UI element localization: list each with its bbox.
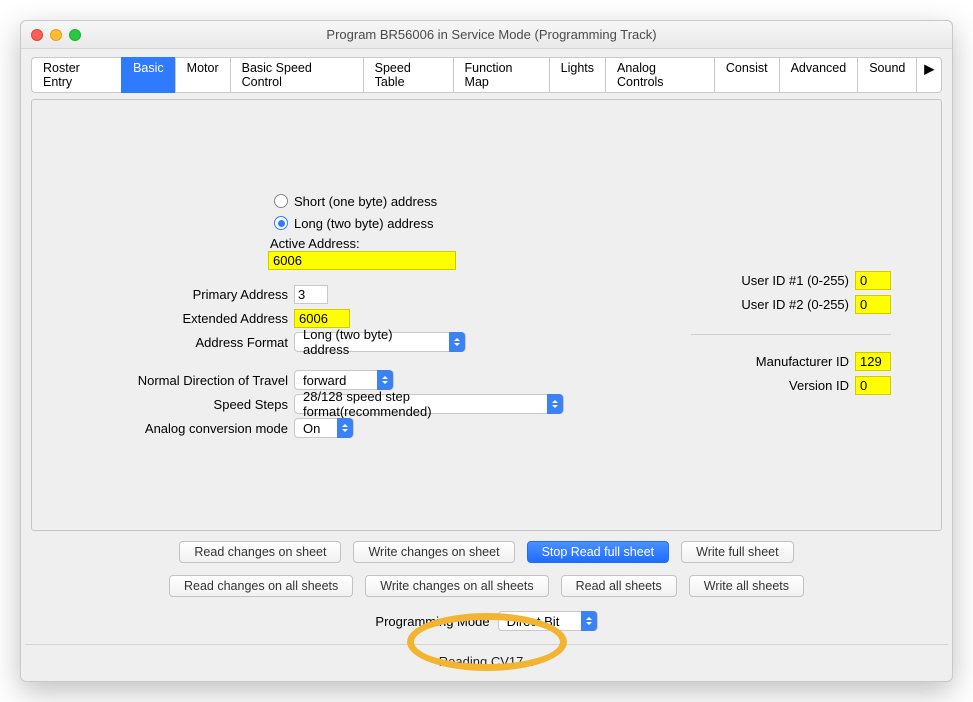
direction-value: forward — [303, 373, 369, 388]
stop-read-full-sheet-button[interactable]: Stop Read full sheet — [527, 541, 670, 563]
tab-advanced[interactable]: Advanced — [779, 57, 858, 93]
tab-speed-table[interactable]: Speed Table — [363, 57, 453, 93]
tab-function-map[interactable]: Function Map — [453, 57, 549, 93]
titlebar: Program BR56006 in Service Mode (Program… — [21, 21, 952, 49]
speed-steps-value: 28/128 speed step format(recommended) — [303, 389, 539, 419]
active-address-label: Active Address: — [270, 236, 941, 251]
version-id-value[interactable]: 0 — [855, 376, 891, 395]
speed-steps-label: Speed Steps — [32, 397, 294, 412]
programming-mode-row: Programming Mode Direct Bit — [21, 611, 952, 631]
write-changes-sheet-button[interactable]: Write changes on sheet — [353, 541, 514, 563]
analog-select[interactable]: On — [294, 418, 354, 438]
analog-value: On — [303, 421, 329, 436]
short-address-radio[interactable] — [274, 194, 288, 208]
dropdown-arrow-icon — [337, 418, 353, 438]
read-changes-all-sheets-button[interactable]: Read changes on all sheets — [169, 575, 353, 597]
tab-lights[interactable]: Lights — [549, 57, 605, 93]
tab-analog-controls[interactable]: Analog Controls — [605, 57, 714, 93]
programming-mode-label: Programming Mode — [375, 614, 489, 629]
long-address-radio[interactable] — [274, 216, 288, 230]
direction-select[interactable]: forward — [294, 370, 394, 390]
address-format-value: Long (two byte) address — [303, 327, 441, 357]
analog-label: Analog conversion mode — [32, 421, 294, 436]
tab-basic-speed-control[interactable]: Basic Speed Control — [230, 57, 363, 93]
tab-bar: Roster Entry Basic Motor Basic Speed Con… — [31, 57, 942, 93]
write-all-sheets-button[interactable]: Write all sheets — [689, 575, 804, 597]
user-id-2-label: User ID #2 (0-255) — [741, 297, 849, 312]
extended-address-value[interactable]: 6006 — [294, 309, 350, 328]
direction-label: Normal Direction of Travel — [32, 373, 294, 388]
manufacturer-id-value[interactable]: 129 — [855, 352, 891, 371]
read-changes-sheet-button[interactable]: Read changes on sheet — [179, 541, 341, 563]
address-format-select[interactable]: Long (two byte) address — [294, 332, 466, 352]
speed-steps-select[interactable]: 28/128 speed step format(recommended) — [294, 394, 564, 414]
manufacturer-id-label: Manufacturer ID — [756, 354, 849, 369]
basic-panel: Short (one byte) address Long (two byte)… — [31, 99, 942, 531]
programming-mode-select[interactable]: Direct Bit — [498, 611, 598, 631]
version-id-label: Version ID — [789, 378, 849, 393]
tab-sound[interactable]: Sound — [857, 57, 916, 93]
tab-motor[interactable]: Motor — [175, 57, 230, 93]
tab-roster-entry[interactable]: Roster Entry — [31, 57, 121, 93]
write-changes-all-sheets-button[interactable]: Write changes on all sheets — [365, 575, 548, 597]
dropdown-arrow-icon — [547, 394, 563, 414]
short-address-label: Short (one byte) address — [294, 194, 437, 209]
divider — [691, 334, 891, 335]
read-all-sheets-button[interactable]: Read all sheets — [561, 575, 677, 597]
tab-consist[interactable]: Consist — [714, 57, 779, 93]
all-sheets-button-row: Read changes on all sheets Write changes… — [21, 575, 952, 597]
window-title: Program BR56006 in Service Mode (Program… — [31, 27, 952, 42]
primary-address-input[interactable] — [294, 285, 328, 304]
user-id-1-label: User ID #1 (0-255) — [741, 273, 849, 288]
sheet-button-row: Read changes on sheet Write changes on s… — [21, 541, 952, 563]
dropdown-arrow-icon — [377, 370, 393, 390]
dropdown-arrow-icon — [581, 611, 597, 631]
user-id-2-value[interactable]: 0 — [855, 295, 891, 314]
tab-scroll-right-icon[interactable]: ▶ — [916, 57, 942, 93]
primary-address-label: Primary Address — [32, 287, 294, 302]
tab-basic[interactable]: Basic — [121, 57, 175, 93]
long-address-label: Long (two byte) address — [294, 216, 433, 231]
status-text: Reading CV17... — [21, 645, 952, 681]
active-address-value[interactable]: 6006 — [268, 251, 456, 270]
program-window: Program BR56006 in Service Mode (Program… — [20, 20, 953, 682]
address-format-label: Address Format — [32, 335, 294, 350]
dropdown-arrow-icon — [449, 332, 465, 352]
user-id-1-value[interactable]: 0 — [855, 271, 891, 290]
programming-mode-value: Direct Bit — [507, 614, 573, 629]
right-column: User ID #1 (0-255) 0 User ID #2 (0-255) … — [691, 268, 891, 397]
extended-address-label: Extended Address — [32, 311, 294, 326]
write-full-sheet-button[interactable]: Write full sheet — [681, 541, 793, 563]
